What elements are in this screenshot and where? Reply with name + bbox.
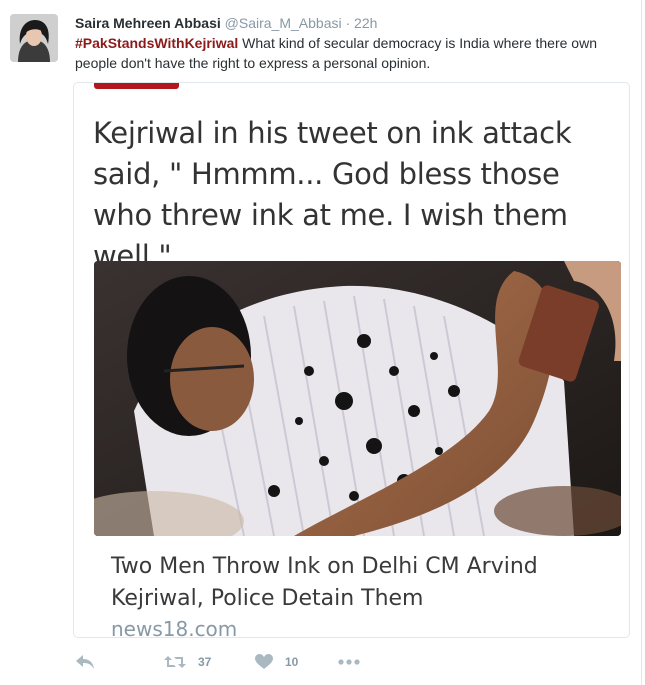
reply-icon bbox=[75, 654, 95, 670]
tweet-header: Saira Mehreen Abbasi @Saira_M_Abbasi · 2… bbox=[75, 14, 631, 32]
tweet-actions: 37 10 bbox=[75, 650, 475, 674]
retweet-count: 37 bbox=[198, 655, 212, 669]
card-image[interactable] bbox=[94, 261, 621, 536]
hashtag-link[interactable]: #PakStandsWithKejriwal bbox=[75, 35, 238, 51]
card-accent-bar bbox=[94, 83, 179, 89]
card-title[interactable]: Two Men Throw Ink on Delhi CM Arvind Kej… bbox=[111, 551, 616, 615]
author-fullname[interactable]: Saira Mehreen Abbasi bbox=[75, 15, 221, 31]
heart-icon bbox=[255, 654, 273, 670]
card-domain: news18.com bbox=[111, 617, 238, 638]
retweet-icon bbox=[164, 654, 186, 670]
like-button[interactable]: 10 bbox=[255, 650, 298, 674]
tweet-text: #PakStandsWithKejriwal What kind of secu… bbox=[75, 33, 635, 73]
link-card[interactable]: Kejriwal in his tweet on ink attack said… bbox=[73, 82, 630, 638]
tweet-timestamp[interactable]: 22h bbox=[354, 15, 377, 31]
more-icon bbox=[338, 658, 360, 666]
retweet-button[interactable]: 37 bbox=[164, 650, 211, 674]
avatar[interactable] bbox=[10, 14, 58, 62]
reply-button[interactable] bbox=[75, 650, 95, 674]
card-headline: Kejriwal in his tweet on ink attack said… bbox=[93, 116, 572, 273]
separator-dot: · bbox=[345, 15, 351, 31]
like-count: 10 bbox=[285, 655, 299, 669]
author-username[interactable]: @Saira_M_Abbasi bbox=[225, 15, 342, 31]
tweet: Saira Mehreen Abbasi @Saira_M_Abbasi · 2… bbox=[0, 0, 642, 685]
more-button[interactable] bbox=[338, 650, 360, 674]
